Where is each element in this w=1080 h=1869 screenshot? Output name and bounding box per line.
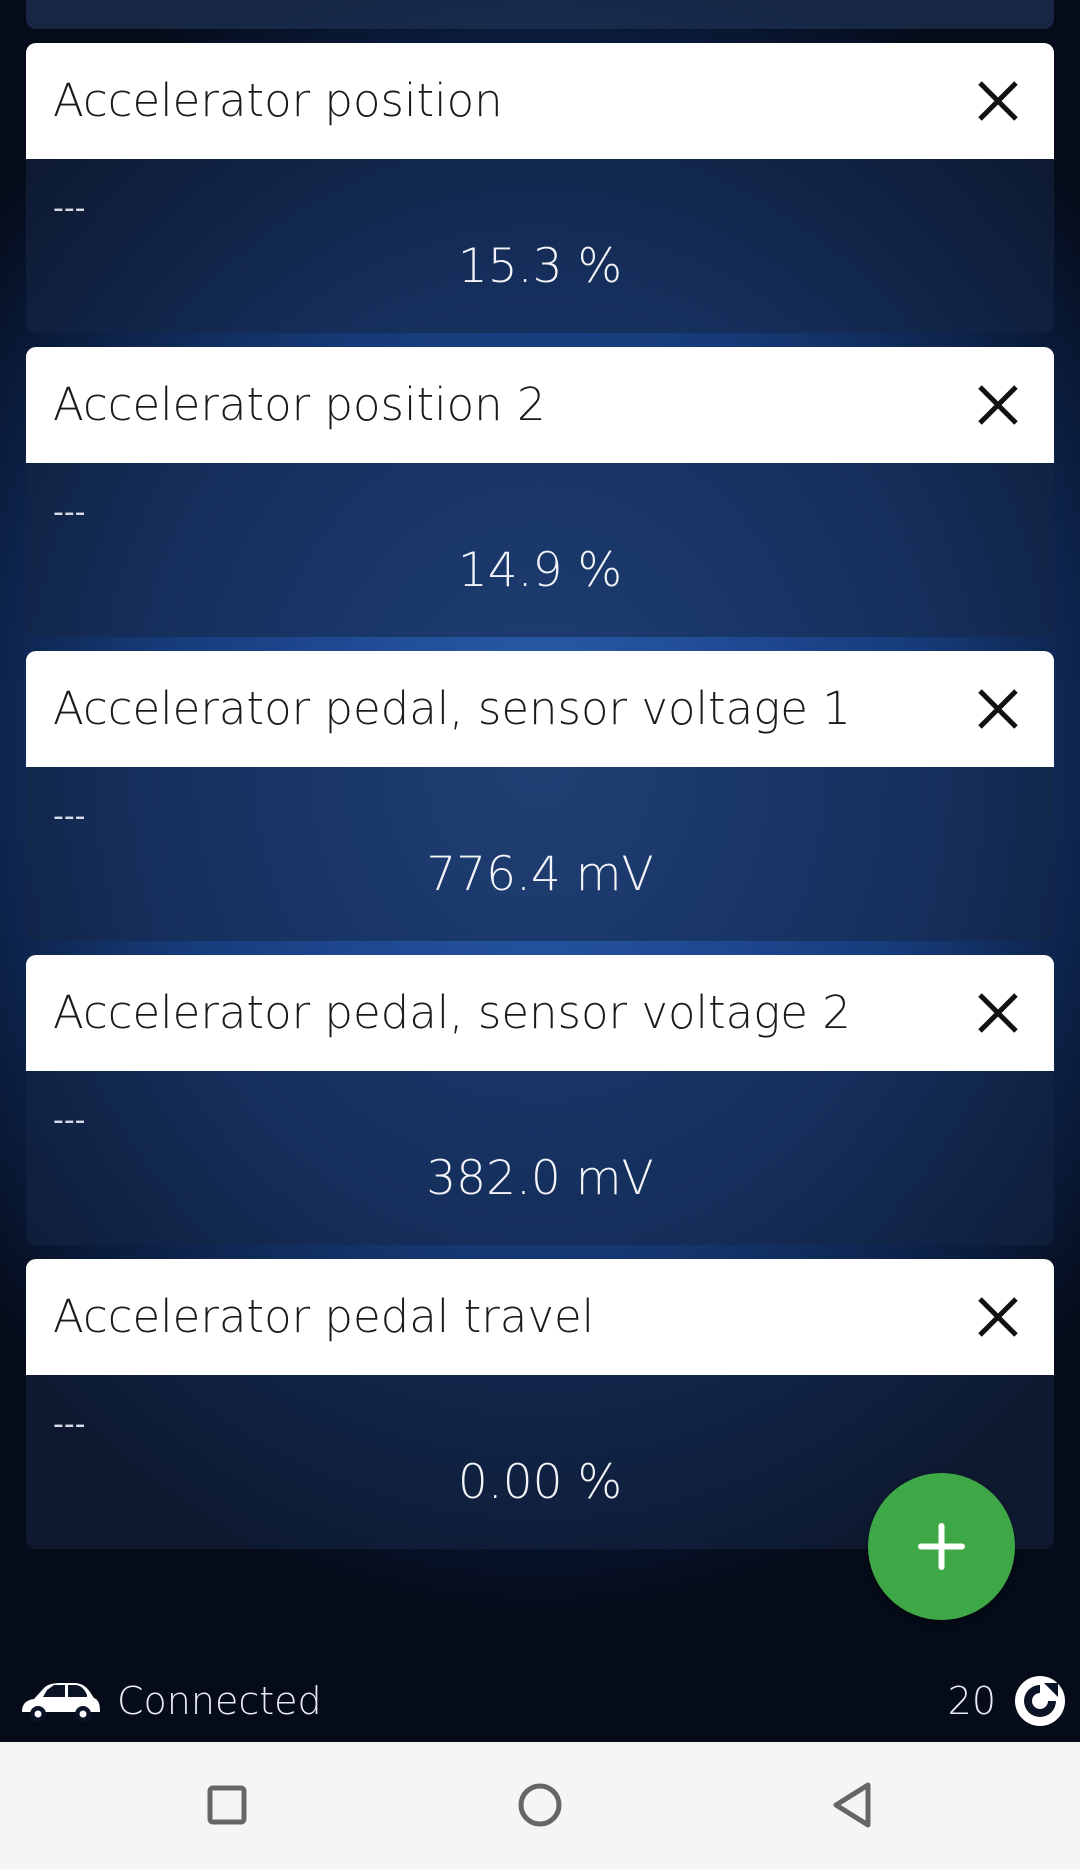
card-body: --- 14.9 % xyxy=(26,463,1054,637)
parameter-card: Accelerator pedal, sensor voltage 1 --- … xyxy=(26,651,1054,941)
refresh-icon[interactable] xyxy=(1014,1675,1066,1727)
parameter-card: Accelerator position --- 15.3 % xyxy=(26,43,1054,333)
parameter-card: Accelerator pedal, sensor voltage 2 --- … xyxy=(26,955,1054,1245)
card-title: Accelerator pedal, sensor voltage 1 xyxy=(53,682,851,735)
card-value: 14.9 % xyxy=(457,543,623,598)
recents-icon[interactable] xyxy=(192,1770,262,1840)
car-icon xyxy=(22,1683,100,1722)
close-icon[interactable] xyxy=(970,73,1026,129)
card-value: 15.3 % xyxy=(457,239,623,294)
card-title: Accelerator position 2 xyxy=(53,378,546,431)
connection-status-bar: Connected 20 xyxy=(0,1660,1080,1742)
card-header: Accelerator position 2 xyxy=(26,347,1054,463)
card-body: --- 15.3 % xyxy=(26,159,1054,333)
partial-card xyxy=(26,0,1054,29)
connection-status-text: Connected xyxy=(117,1679,322,1723)
card-header: Accelerator pedal, sensor voltage 1 xyxy=(26,651,1054,767)
status-count: 20 xyxy=(947,1679,996,1723)
card-dashes: --- xyxy=(53,495,86,530)
card-header: Accelerator position xyxy=(26,43,1054,159)
card-body: --- 776.4 mV xyxy=(26,767,1054,941)
back-icon[interactable] xyxy=(818,1770,888,1840)
card-dashes: --- xyxy=(53,1407,86,1442)
home-icon[interactable] xyxy=(505,1770,575,1840)
card-dashes: --- xyxy=(53,799,86,834)
add-button[interactable] xyxy=(868,1473,1015,1620)
card-title: Accelerator pedal travel xyxy=(53,1290,595,1343)
system-navigation-bar xyxy=(0,1742,1080,1869)
close-icon[interactable] xyxy=(970,985,1026,1041)
card-value: 382.0 mV xyxy=(426,1151,654,1206)
plus-icon xyxy=(918,1523,965,1570)
close-icon[interactable] xyxy=(970,681,1026,737)
card-header: Accelerator pedal, sensor voltage 2 xyxy=(26,955,1054,1071)
app-background: Accelerator position --- 15.3 % Accelera… xyxy=(0,0,1080,1742)
parameter-card: Accelerator position 2 --- 14.9 % xyxy=(26,347,1054,637)
card-body: --- 382.0 mV xyxy=(26,1071,1054,1245)
card-value: 776.4 mV xyxy=(426,847,654,902)
card-dashes: --- xyxy=(53,191,86,226)
card-title: Accelerator pedal, sensor voltage 2 xyxy=(53,986,851,1039)
card-dashes: --- xyxy=(53,1103,86,1138)
card-title: Accelerator position xyxy=(53,74,503,127)
card-header: Accelerator pedal travel xyxy=(26,1259,1054,1375)
close-icon[interactable] xyxy=(970,377,1026,433)
close-icon[interactable] xyxy=(970,1289,1026,1345)
